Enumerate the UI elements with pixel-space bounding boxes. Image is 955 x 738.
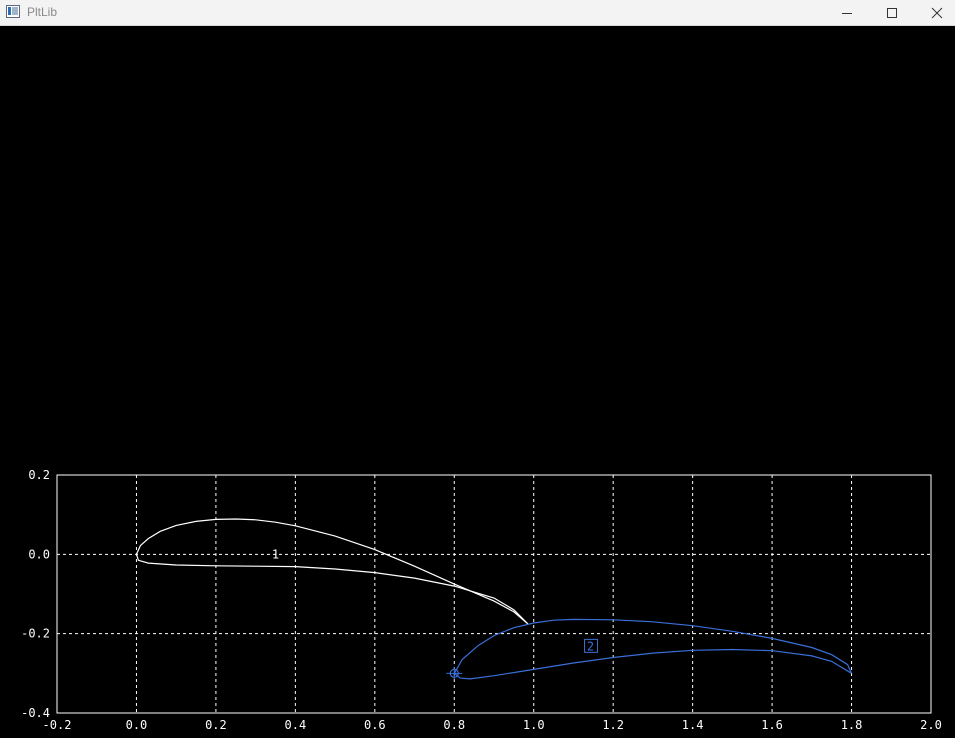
x-tick-label: 1.2 xyxy=(602,718,624,732)
x-tick-label: 2.0 xyxy=(920,718,942,732)
x-tick-label: 0.6 xyxy=(364,718,386,732)
y-tick-label: -0.2 xyxy=(21,627,50,641)
element-1-upper-surface xyxy=(135,518,529,625)
plot-canvas[interactable]: -0.2 0.0 0.2 0.4 0.6 0.8 1.0 1.2 1.4 1.6 1.8 2.0 0.2… xyxy=(0,26,955,738)
x-tick-label: 0.8 xyxy=(443,718,465,732)
minimize-button[interactable] xyxy=(824,0,869,25)
element-1-lower-surface xyxy=(135,554,529,625)
x-tick-label: -0.2 xyxy=(43,718,72,732)
series-curves: 12 xyxy=(135,518,853,680)
y-tick-label: 0.2 xyxy=(28,468,50,482)
x-tick-label: 1.0 xyxy=(523,718,545,732)
y-tick-label: 0.0 xyxy=(28,547,50,561)
app-window-icon xyxy=(6,5,20,18)
element-2-label: 2 xyxy=(587,639,594,653)
maximize-button[interactable] xyxy=(869,0,914,25)
element-2-lower-surface xyxy=(453,648,852,680)
plot-frame xyxy=(56,474,932,714)
element-1-group: 1 xyxy=(135,518,529,625)
x-tick-label: 1.4 xyxy=(682,718,704,732)
element-1-label: 1 xyxy=(272,547,279,561)
y-tick-label: -0.4 xyxy=(21,706,50,720)
window-title: PltLib xyxy=(27,5,58,19)
x-tick-label: 0.2 xyxy=(205,718,227,732)
airfoil-plot: -0.2 0.0 0.2 0.4 0.6 0.8 1.0 1.2 1.4 1.6 1.8 2.0 0.2… xyxy=(21,468,942,732)
element-2-group: 2 xyxy=(446,618,853,680)
x-tick-label: 1.8 xyxy=(841,718,863,732)
tick-labels: -0.2 0.0 0.2 0.4 0.6 0.8 1.0 1.2 1.4 1.6 1.8 2.0 0.2… xyxy=(21,468,942,732)
grid-lines xyxy=(57,475,931,713)
element-2-upper-surface xyxy=(453,618,853,674)
x-tick-label: 0.0 xyxy=(126,718,148,732)
maximize-icon xyxy=(886,7,897,18)
x-tick-label: 0.4 xyxy=(285,718,307,732)
close-button[interactable] xyxy=(914,0,955,25)
close-icon xyxy=(931,7,942,18)
x-tick-label: 1.6 xyxy=(761,718,783,732)
app-window: PltLib -0.2 0.0 0.2 0.4 0.6 0.8 1.0 1.2 1.4 1.6 1.… xyxy=(0,0,955,738)
minimize-icon xyxy=(841,12,852,14)
title-bar[interactable]: PltLib xyxy=(0,0,955,26)
